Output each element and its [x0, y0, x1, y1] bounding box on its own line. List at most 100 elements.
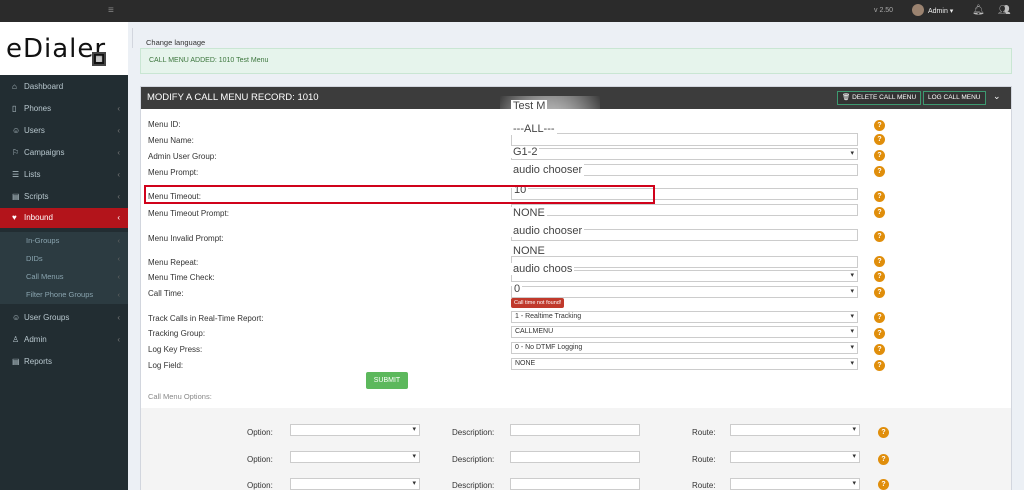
log-key-press-select[interactable]: 0 - No DTMF Logging	[511, 342, 858, 354]
call-time-select[interactable]	[511, 286, 858, 298]
option-label: Option:	[247, 481, 273, 490]
sidebar-subitem-call-menus[interactable]: Call Menus ‹	[0, 268, 128, 286]
description-input[interactable]	[510, 451, 640, 463]
call-time-value: 0	[512, 283, 523, 295]
user-menu[interactable]: Admin ▾	[928, 7, 953, 15]
label-log-field: Log Field:	[148, 361, 184, 370]
logo[interactable]: eDialer ▦	[0, 22, 128, 75]
sidebar-item-scripts[interactable]: ▤ Scripts ‹	[0, 187, 128, 207]
sidebar-subitem-filter-phone-groups[interactable]: Filter Phone Groups ‹	[0, 286, 128, 304]
sidebar-item-reports[interactable]: ▤ Reports	[0, 352, 128, 372]
avatar[interactable]	[912, 4, 924, 16]
track-calls-select[interactable]: 1 - Realtime Tracking	[511, 311, 858, 323]
chevron-left-icon: ‹	[117, 170, 120, 179]
logo-box-icon: ▦	[92, 52, 106, 66]
route-select[interactable]	[730, 424, 860, 436]
help-icon[interactable]: ?	[874, 207, 885, 218]
menu-icon[interactable]: ≡	[108, 5, 114, 16]
help-icon[interactable]: ?	[874, 271, 885, 282]
sidebar-item-label: Scripts	[24, 192, 49, 201]
label-menu-name: Menu Name:	[148, 136, 194, 145]
help-icon[interactable]: ?	[874, 328, 885, 339]
chevron-down-icon[interactable]: ⌄	[993, 91, 1001, 102]
sidebar-subitem-in-groups[interactable]: In-Groups ‹	[0, 232, 128, 250]
sidebar-item-label: Campaigns	[24, 148, 65, 157]
submit-button[interactable]: SUBMIT	[366, 372, 408, 389]
menu-name-input[interactable]	[511, 133, 858, 146]
chevron-left-icon: ‹	[117, 335, 120, 344]
help-icon[interactable]: ?	[874, 150, 885, 161]
help-icon[interactable]: ?	[874, 120, 885, 131]
help-icon[interactable]: ?	[878, 427, 889, 438]
tracking-group-value: CALLMENU	[515, 328, 554, 335]
delete-call-menu-button[interactable]: 🗑︎ DELETE CALL MENU	[837, 91, 922, 105]
chevron-left-icon: ‹	[117, 290, 121, 299]
log-call-menu-button[interactable]: LOG CALL MENU	[923, 91, 986, 105]
sidebar-subitem-label: DIDs	[26, 254, 43, 263]
option-select[interactable]	[290, 451, 420, 463]
description-label: Description:	[452, 481, 495, 490]
route-select[interactable]	[730, 478, 860, 490]
label-tracking-group: Tracking Group:	[148, 329, 206, 338]
log-field-select[interactable]: NONE	[511, 358, 858, 370]
description-label: Description:	[452, 428, 495, 437]
help-icon[interactable]: ?	[874, 312, 885, 323]
route-label: Route:	[692, 481, 716, 490]
alert-text: CALL MENU ADDED: 1010 Test Menu	[149, 57, 269, 64]
chevron-left-icon: ‹	[117, 236, 121, 245]
help-icon[interactable]: ?	[874, 231, 885, 242]
help-icon[interactable]: ?	[878, 454, 889, 465]
label-timeout-prompt: Menu Timeout Prompt:	[148, 209, 229, 218]
trash-icon: 🗑︎	[842, 94, 851, 101]
chevron-left-icon: ‹	[117, 104, 120, 113]
bell-icon[interactable]: 🔔︎	[972, 5, 985, 16]
tracking-group-select[interactable]: CALLMENU	[511, 326, 858, 338]
chevron-left-icon: ‹	[117, 254, 121, 263]
sidebar-item-label: Users	[24, 126, 45, 135]
log-key-press-value: 0 - No DTMF Logging	[515, 344, 583, 351]
label-admin-group: Admin User Group:	[148, 152, 217, 161]
help-icon[interactable]: ?	[874, 287, 885, 298]
track-calls-value: 1 - Realtime Tracking	[515, 313, 582, 320]
sidebar-item-admin[interactable]: ♙ Admin ‹	[0, 330, 128, 350]
label-menu-repeat: Menu Repeat:	[148, 258, 199, 267]
users-icon[interactable]: 👥︎	[998, 5, 1011, 16]
change-language-link[interactable]: Change language	[146, 38, 205, 47]
description-input[interactable]	[510, 424, 640, 436]
sidebar-item-users[interactable]: ☺ Users ‹	[0, 121, 128, 141]
delete-label: DELETE CALL MENU	[852, 94, 917, 101]
sidebar-item-inbound[interactable]: ♥ Inbound ‹	[0, 208, 128, 228]
timeout-prompt-input[interactable]	[511, 204, 858, 216]
sidebar-item-user-groups[interactable]: ☺ User Groups ‹	[0, 308, 128, 328]
menu-timeout-highlight	[144, 185, 655, 204]
user-icon: ☺	[12, 126, 21, 135]
chevron-left-icon: ‹	[117, 272, 121, 281]
report-icon: ▤	[12, 357, 20, 366]
help-icon[interactable]: ?	[874, 134, 885, 145]
admin-group-select[interactable]	[511, 148, 858, 160]
option-select[interactable]	[290, 478, 420, 490]
list-icon: ☰	[12, 170, 20, 179]
sidebar-subitem-label: Call Menus	[26, 272, 64, 281]
route-select[interactable]	[730, 451, 860, 463]
help-icon[interactable]: ?	[874, 256, 885, 267]
success-alert: CALL MENU ADDED: 1010 Test Menu	[140, 48, 1012, 74]
description-input[interactable]	[510, 478, 640, 490]
help-icon[interactable]: ?	[874, 166, 885, 177]
help-icon[interactable]: ?	[874, 191, 885, 202]
version-label: v 2.50	[874, 7, 894, 14]
sidebar-item-dashboard[interactable]: ⌂ Dashboard	[0, 77, 128, 97]
admin-group-value: G1-2	[511, 146, 540, 158]
help-icon[interactable]: ?	[874, 360, 885, 371]
option-select[interactable]	[290, 424, 420, 436]
sidebar-item-lists[interactable]: ☰ Lists ‹	[0, 165, 128, 185]
sidebar-subitem-dids[interactable]: DIDs ‹	[0, 250, 128, 268]
sidebar-item-phones[interactable]: ▯ Phones ‹	[0, 99, 128, 119]
option-label: Option:	[247, 455, 273, 464]
sidebar-item-label: Lists	[24, 170, 41, 179]
sidebar-item-campaigns[interactable]: ⚐ Campaigns ‹	[0, 143, 128, 163]
user-group-icon: ☺	[12, 313, 21, 322]
sidebar-item-label: Dashboard	[24, 82, 64, 91]
help-icon[interactable]: ?	[878, 479, 889, 490]
help-icon[interactable]: ?	[874, 344, 885, 355]
